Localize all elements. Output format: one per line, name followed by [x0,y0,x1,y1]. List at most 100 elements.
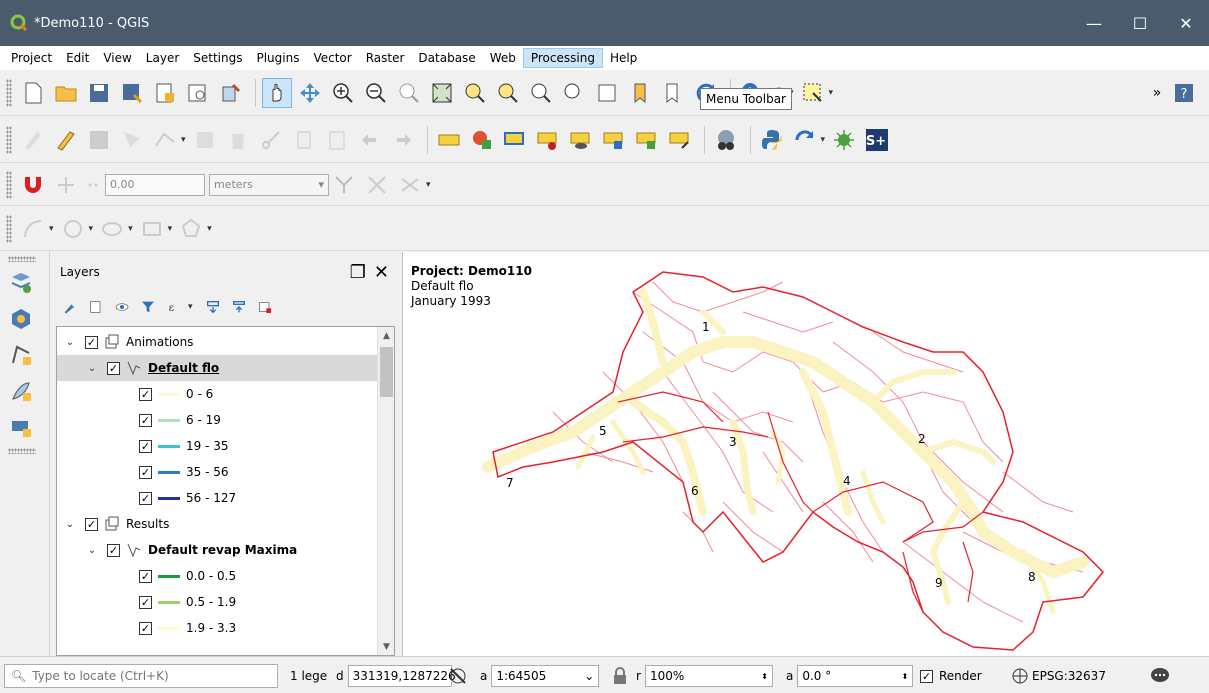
delete-selected-icon[interactable] [223,125,253,155]
layers-scrollbar[interactable]: ▲ ▼ [377,327,394,655]
magnifier-field[interactable]: 100% ⬍ [644,665,773,687]
menu-plugins[interactable]: Plugins [249,49,306,67]
locator-input[interactable] [32,669,263,683]
print-layout-icon[interactable] [150,78,180,108]
snapping-layers-icon[interactable] [84,170,102,200]
filter-legend-icon[interactable] [138,297,158,317]
python-console-icon[interactable] [757,125,787,155]
chevron-down-icon[interactable]: ▾ [821,135,826,145]
snapping-tolerance-input[interactable]: 0.00 [105,173,205,196]
rotate-label-icon[interactable] [632,125,662,155]
layout-manager-icon[interactable] [183,78,213,108]
coordinate-field[interactable]: 331319,1287226 [347,665,456,687]
vertex-tool-icon[interactable] [150,125,180,155]
show-bookmarks-icon[interactable] [658,78,688,108]
lock-scale-icon[interactable] [612,664,628,688]
minimize-button[interactable]: — [1071,0,1117,46]
menu-view[interactable]: View [96,49,138,67]
more-tools-icon[interactable]: » [1148,78,1166,108]
pin-labels-icon[interactable] [533,125,563,155]
pan-hand-icon[interactable] [262,77,292,108]
menu-web[interactable]: Web [483,49,523,67]
zoom-last-icon[interactable] [526,78,556,108]
current-edits-icon[interactable] [18,125,48,155]
menu-layer[interactable]: Layer [139,49,186,67]
menu-settings[interactable]: Settings [186,49,249,67]
render-checkbox[interactable]: ✓ [920,669,933,683]
zoom-next-icon[interactable] [559,78,589,108]
chevron-down-icon[interactable]: ▾ [168,224,173,234]
change-label-icon[interactable] [665,125,695,155]
toolbar-grip[interactable] [8,448,36,454]
scale-select[interactable]: 1:64505 ⌄ [491,665,600,687]
map-canvas[interactable]: Project: Demo110 Default flo January 199… [402,252,1209,656]
tree-group-animations[interactable]: ⌄ ✓ Animations [63,329,385,355]
move-label-icon[interactable] [599,125,629,155]
zoom-native-icon[interactable] [394,78,424,108]
modify-attributes-icon[interactable] [190,125,220,155]
save-as-icon[interactable] [117,78,147,108]
undo-icon[interactable] [355,125,385,155]
scroll-down-icon[interactable]: ▼ [378,638,394,655]
toolbar-grip[interactable] [6,214,12,243]
legend-item[interactable]: ✓ 1.9 - 3.3 [139,615,394,641]
plugin-reloader-icon[interactable] [829,125,859,155]
remove-layer-icon[interactable] [255,297,275,317]
snap-on-intersection-icon[interactable] [362,170,392,200]
rotation-field[interactable]: 0.0 ° ⬍ [797,665,914,687]
layer-checkbox[interactable]: ✓ [85,517,98,531]
manage-map-themes-icon[interactable] [112,297,132,317]
chevron-down-icon[interactable]: ⌄ [85,545,99,556]
magnet-icon[interactable] [18,170,48,200]
zoom-to-selection-icon[interactable] [460,78,490,108]
legend-checkbox[interactable]: ✓ [139,465,152,479]
redo-icon[interactable] [388,125,418,155]
add-ellipse-icon[interactable] [97,214,127,244]
legend-item[interactable]: ✓ 0.5 - 1.9 [139,589,394,615]
new-geopackage-icon[interactable] [6,304,36,334]
snapping-units-select[interactable]: meters ▾ [209,173,329,196]
chevron-down-icon[interactable]: ▾ [49,224,54,234]
toolbar-grip[interactable] [6,78,12,107]
tree-layer-default-revap-maxima[interactable]: ⌄ ✓ Default revap Maxima [85,537,394,563]
tree-group-results[interactable]: ⌄ ✓ Results [63,511,385,537]
add-feature-icon[interactable] [117,125,147,155]
topological-editing-icon[interactable] [329,170,359,200]
layer-labeling-icon[interactable] [434,125,464,155]
crs-button[interactable]: EPSG:32637 [1012,664,1106,688]
add-regular-polygon-icon[interactable] [176,214,206,244]
menu-vector[interactable]: Vector [306,49,358,67]
legend-item[interactable]: ✓ 56 - 127 [139,485,394,511]
chevron-down-icon[interactable]: ▾ [829,88,834,98]
bookmark-icon[interactable] [625,78,655,108]
legend-item[interactable]: ✓ 0 - 6 [139,381,394,407]
legend-checkbox[interactable]: ✓ [139,387,152,401]
toolbar-grip[interactable] [8,256,36,262]
menu-help[interactable]: Help [603,49,644,67]
legend-item[interactable]: ✓ 0.0 - 0.5 [139,563,394,589]
toggle-editing-icon[interactable] [51,125,81,155]
paste-features-icon[interactable] [322,125,352,155]
legend-checkbox[interactable]: ✓ [139,491,152,505]
chevron-down-icon[interactable]: ⌄ [63,337,77,348]
extents-toggle-icon[interactable] [448,664,468,688]
swat-plus-icon[interactable]: S+ [862,125,892,155]
add-rectangle-icon[interactable] [137,214,167,244]
add-circular-string-icon[interactable] [18,214,48,244]
new-project-icon[interactable] [18,78,48,108]
open-project-icon[interactable] [51,78,81,108]
select-features-icon[interactable] [798,78,828,108]
toolbar-grip[interactable] [6,125,12,154]
chevron-down-icon[interactable]: ▾ [181,135,186,145]
copy-features-icon[interactable] [289,125,319,155]
tree-layer-default-flo[interactable]: ⌄ ✓ Default flo [57,355,377,381]
menu-edit[interactable]: Edit [59,49,96,67]
undock-icon[interactable]: ❐ [350,262,366,283]
scroll-thumb[interactable] [380,347,393,397]
layers-tree[interactable]: ⌄ ✓ Animations ⌄ ✓ Default flo ✓ 0 - 6 ✓… [56,326,395,656]
messages-icon[interactable] [1150,664,1170,688]
close-button[interactable]: ✕ [1163,0,1209,46]
help-icon[interactable]: ? [1169,78,1199,108]
chevron-down-icon[interactable]: ▾ [128,224,133,234]
legend-checkbox[interactable]: ✓ [139,595,152,609]
